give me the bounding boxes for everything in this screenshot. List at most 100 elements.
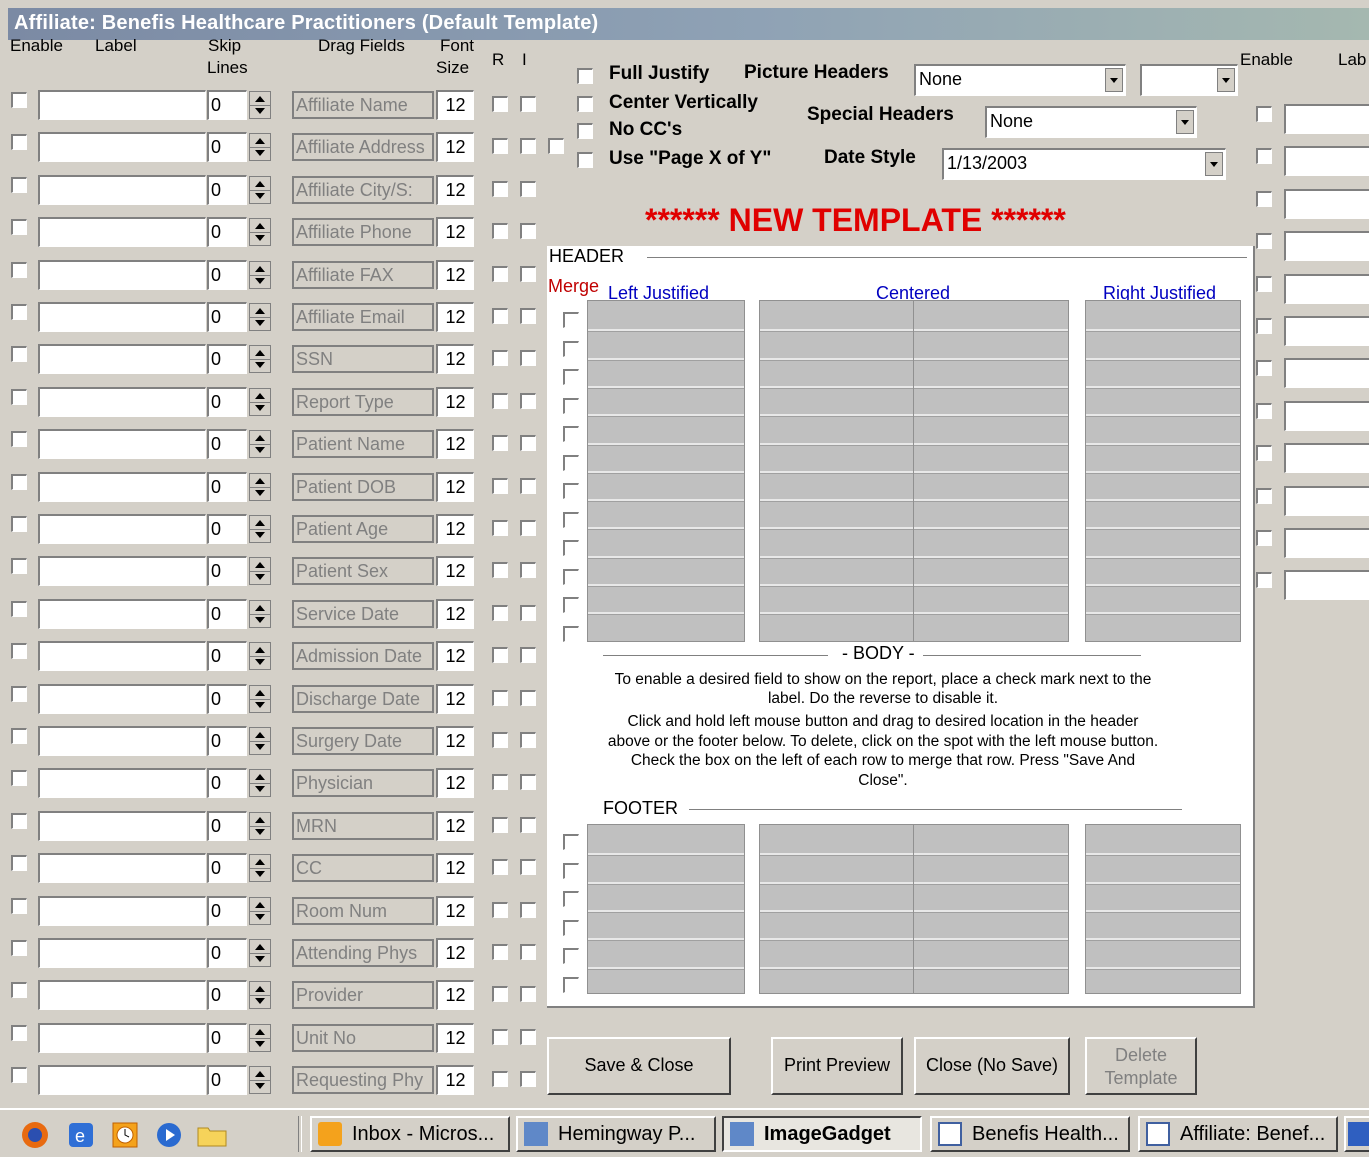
right-enable-checkbox[interactable] — [1256, 360, 1272, 377]
row-font-size-input[interactable]: 12 — [436, 90, 474, 120]
row-i-checkbox[interactable] — [520, 435, 536, 452]
header-merge-checkbox[interactable] — [563, 426, 579, 442]
footer-center-right-column[interactable] — [913, 824, 1069, 994]
row-font-size-input[interactable]: 12 — [436, 174, 474, 205]
save-close-button[interactable]: Save & Close — [547, 1037, 731, 1095]
row-label-input[interactable] — [38, 132, 206, 163]
row-r-checkbox[interactable] — [492, 477, 508, 494]
row-label-input[interactable] — [38, 853, 206, 884]
header-merge-checkbox[interactable] — [563, 369, 579, 385]
header-merge-checkbox[interactable] — [563, 540, 579, 556]
task-button[interactable]: Inbox - Micros... — [310, 1116, 510, 1152]
chevron-down-icon[interactable] — [1217, 68, 1235, 92]
row-i-checkbox[interactable] — [520, 901, 536, 918]
row-i-checkbox[interactable] — [520, 96, 536, 112]
row-enable-checkbox[interactable] — [11, 134, 27, 151]
row-r-checkbox[interactable] — [492, 859, 508, 876]
row-skip-lines-input[interactable]: 0 — [207, 514, 247, 544]
row-i-checkbox[interactable] — [520, 944, 536, 960]
row-drag-field[interactable]: Affiliate FAX — [292, 260, 434, 289]
row-drag-field[interactable]: Patient Age — [292, 515, 434, 543]
row-drag-field[interactable]: Attending Phys — [292, 939, 434, 967]
task-button[interactable]: Hemingway P... — [516, 1116, 716, 1152]
row-font-size-input[interactable]: 12 — [436, 1065, 474, 1096]
header-merge-checkbox[interactable] — [563, 312, 579, 328]
row-skip-lines-input[interactable]: 0 — [207, 174, 247, 205]
row-label-input[interactable] — [38, 556, 206, 587]
row-drag-field[interactable]: SSN — [292, 345, 434, 374]
row-i-checkbox[interactable] — [520, 392, 536, 409]
footer-merge-checkbox[interactable] — [563, 834, 579, 850]
row-skip-lines-input[interactable]: 0 — [207, 132, 247, 163]
row-r-checkbox[interactable] — [492, 689, 508, 706]
row-skip-lines-input[interactable]: 0 — [207, 344, 247, 375]
header-center-left-column[interactable] — [759, 300, 915, 642]
header-merge-checkbox[interactable] — [563, 454, 579, 471]
row-i-checkbox[interactable] — [520, 265, 536, 282]
row-i-checkbox[interactable] — [520, 477, 536, 494]
row-enable-checkbox[interactable] — [11, 346, 27, 363]
folder-icon[interactable] — [196, 1122, 228, 1148]
footer-merge-checkbox[interactable] — [563, 948, 579, 964]
row-skip-spinner[interactable] — [249, 515, 271, 543]
row-font-size-input[interactable]: 12 — [436, 768, 474, 799]
row-label-input[interactable] — [38, 938, 206, 968]
row-label-input[interactable] — [38, 895, 206, 926]
row-drag-field[interactable]: Physician — [292, 769, 434, 798]
footer-left-column[interactable] — [587, 824, 745, 994]
header-merge-checkbox[interactable] — [563, 340, 579, 357]
row-drag-field[interactable]: Affiliate Email — [292, 303, 434, 331]
clock-icon[interactable] — [110, 1120, 140, 1150]
task-button[interactable]: ImageGadget — [722, 1116, 922, 1152]
ie-icon[interactable]: e — [66, 1120, 96, 1150]
row-drag-field[interactable]: Requesting Phy — [292, 1066, 434, 1095]
row-font-size-input[interactable]: 12 — [436, 895, 474, 926]
header-merge-checkbox[interactable] — [563, 483, 579, 499]
row-drag-field[interactable]: Report Type — [292, 387, 434, 416]
row-i-checkbox[interactable] — [520, 732, 536, 748]
row-r-checkbox[interactable] — [492, 604, 508, 621]
row-skip-lines-input[interactable]: 0 — [207, 810, 247, 841]
row-r-checkbox[interactable] — [492, 96, 508, 112]
row-enable-checkbox[interactable] — [11, 261, 27, 278]
row-label-input[interactable] — [38, 810, 206, 841]
header-merge-checkbox[interactable] — [563, 625, 579, 642]
right-label-input[interactable] — [1284, 400, 1369, 431]
row-font-size-input[interactable]: 12 — [436, 514, 474, 544]
media-player-icon[interactable] — [154, 1120, 184, 1150]
row-drag-field[interactable]: Patient DOB — [292, 472, 434, 501]
row-r-checkbox[interactable] — [492, 223, 508, 240]
row-drag-field[interactable]: Service Date — [292, 599, 434, 628]
row-enable-checkbox[interactable] — [11, 1067, 27, 1084]
row-label-input[interactable] — [38, 514, 206, 544]
row-enable-checkbox[interactable] — [11, 516, 27, 532]
full-justify-checkbox[interactable] — [577, 68, 593, 84]
row-i-checkbox[interactable] — [520, 223, 536, 240]
row-skip-lines-input[interactable]: 0 — [207, 641, 247, 672]
row-skip-lines-input[interactable]: 0 — [207, 90, 247, 120]
row-skip-spinner[interactable] — [249, 981, 271, 1010]
row-label-input[interactable] — [38, 302, 206, 332]
row-label-input[interactable] — [38, 174, 206, 205]
row-skip-spinner[interactable] — [249, 599, 271, 628]
row-skip-spinner[interactable] — [249, 939, 271, 967]
row-r-checkbox[interactable] — [492, 308, 508, 324]
row-r-checkbox[interactable] — [492, 265, 508, 282]
row-enable-checkbox[interactable] — [11, 388, 27, 405]
row-label-input[interactable] — [38, 1022, 206, 1053]
row-font-size-input[interactable]: 12 — [436, 259, 474, 290]
row-enable-checkbox[interactable] — [11, 897, 27, 914]
row-skip-spinner[interactable] — [249, 260, 271, 289]
task-button[interactable]: Affiliate: Benef... — [1138, 1116, 1338, 1152]
row-drag-field[interactable]: Patient Name — [292, 430, 434, 459]
row-font-size-input[interactable]: 12 — [436, 853, 474, 884]
row-enable-checkbox[interactable] — [11, 176, 27, 193]
row-label-input[interactable] — [38, 726, 206, 756]
row-font-size-input[interactable]: 12 — [436, 641, 474, 672]
row-r-checkbox[interactable] — [492, 774, 508, 791]
row-r-checkbox[interactable] — [492, 986, 508, 1003]
row-skip-spinner[interactable] — [249, 91, 271, 119]
row-drag-field[interactable]: Unit No — [292, 1023, 434, 1052]
row-i-checkbox[interactable] — [520, 986, 536, 1003]
row-skip-spinner[interactable] — [249, 642, 271, 671]
